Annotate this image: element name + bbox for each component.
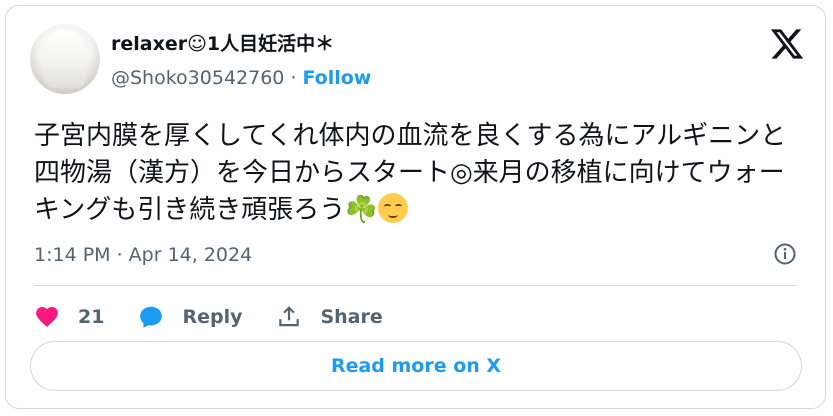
post-text-content: 子宮内膜を厚くしてくれ体内の血流を良くする為にアルギニンと四物湯（漢方）を今日か…	[34, 121, 787, 225]
like-button[interactable]: 21	[34, 304, 104, 330]
action-bar: 21 Reply Share	[34, 302, 417, 332]
divider	[34, 285, 797, 286]
follow-button[interactable]: Follow	[302, 67, 371, 89]
post-card: relaxer☺1人目妊活中＊ @Shoko30542760 · Follow 子宮…	[5, 5, 826, 409]
author-handle-row: @Shoko30542760 · Follow	[111, 66, 371, 90]
handle-separator: ·	[290, 67, 297, 89]
heart-icon	[36, 307, 58, 327]
shamrock-emoji-icon: ☘️	[345, 195, 378, 225]
share-label: Share	[320, 306, 383, 328]
avatar[interactable]	[30, 24, 100, 94]
x-logo-icon[interactable]	[769, 26, 805, 62]
post-text: 子宮内膜を厚くしてくれ体内の血流を良くする為にアルギニンと四物湯（漢方）を今日か…	[34, 118, 804, 229]
author-handle[interactable]: @Shoko30542760	[111, 67, 284, 89]
reply-label: Reply	[182, 306, 243, 328]
read-more-button[interactable]: Read more on X	[30, 341, 802, 391]
reply-button[interactable]: Reply	[138, 304, 242, 330]
reply-bubble-icon	[140, 306, 163, 328]
author-display-name[interactable]: relaxer☺1人目妊活中＊	[111, 32, 334, 56]
info-icon[interactable]	[773, 242, 797, 266]
share-button[interactable]: Share	[276, 304, 383, 330]
relieved-face-emoji-icon	[377, 193, 408, 223]
post-timestamp[interactable]: 1:14 PM · Apr 14, 2024	[34, 243, 252, 267]
like-count: 21	[78, 306, 105, 328]
share-icon	[279, 306, 300, 327]
